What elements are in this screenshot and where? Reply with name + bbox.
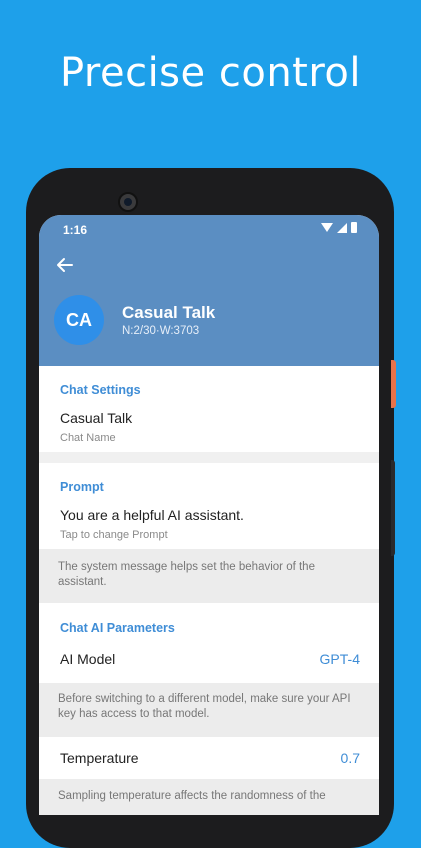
section-title-prompt: Prompt <box>60 480 104 494</box>
chat-name-row[interactable]: Casual Talk Chat Name <box>39 402 379 450</box>
ai-parameters-section: Chat AI Parameters AI Model GPT-4 <box>39 603 379 683</box>
prompt-row[interactable]: You are a helpful AI assistant. Tap to c… <box>39 499 379 547</box>
ai-model-value: GPT-4 <box>319 651 360 667</box>
front-camera <box>118 192 138 212</box>
back-arrow-icon[interactable] <box>55 255 75 275</box>
signal-icon <box>337 222 347 233</box>
section-title-ai-parameters: Chat AI Parameters <box>60 621 175 635</box>
status-time: 1:16 <box>63 223 88 237</box>
prompt-info: The system message helps set the behavio… <box>39 549 379 603</box>
app-header: 1:16 CA Casual Talk N:2/30·W:3703 <box>39 215 379 366</box>
temperature-value: 0.7 <box>340 750 360 766</box>
power-button <box>391 360 396 408</box>
ai-model-info-text: Before switching to a different model, m… <box>58 693 351 720</box>
prompt-section: Prompt You are a helpful AI assistant. T… <box>39 463 379 549</box>
prompt-info-text: The system message helps set the behavio… <box>58 561 315 588</box>
temperature-info-text: Sampling temperature affects the randomn… <box>58 790 326 802</box>
phone-screen: 1:16 CA Casual Talk N:2/30·W:3703 Chat S… <box>39 215 379 815</box>
avatar[interactable]: CA <box>54 295 104 345</box>
ai-model-row[interactable]: AI Model GPT-4 <box>39 639 379 683</box>
status-bar: 1:16 <box>39 215 379 243</box>
battery-icon <box>351 222 357 233</box>
chat-title: Casual Talk <box>122 303 216 322</box>
temperature-info: Sampling temperature affects the randomn… <box>39 779 379 815</box>
ai-model-label: AI Model <box>60 651 116 667</box>
chat-name-value: Casual Talk <box>60 410 133 426</box>
temperature-row[interactable]: Temperature 0.7 <box>39 737 379 779</box>
volume-button <box>391 460 395 556</box>
prompt-value: You are a helpful AI assistant. <box>60 507 244 523</box>
prompt-hint: Tap to change Prompt <box>60 529 168 541</box>
ai-model-info: Before switching to a different model, m… <box>39 683 379 737</box>
chat-settings-section: Chat Settings Casual Talk Chat Name <box>39 366 379 452</box>
headline: Precise control <box>59 50 361 96</box>
status-icons <box>321 222 357 233</box>
chat-stats: N:2/30·W:3703 <box>122 325 200 337</box>
chat-name-label: Chat Name <box>60 432 116 444</box>
section-title-chat-settings: Chat Settings <box>60 383 141 397</box>
wifi-icon <box>321 223 333 232</box>
temperature-label: Temperature <box>60 750 139 766</box>
